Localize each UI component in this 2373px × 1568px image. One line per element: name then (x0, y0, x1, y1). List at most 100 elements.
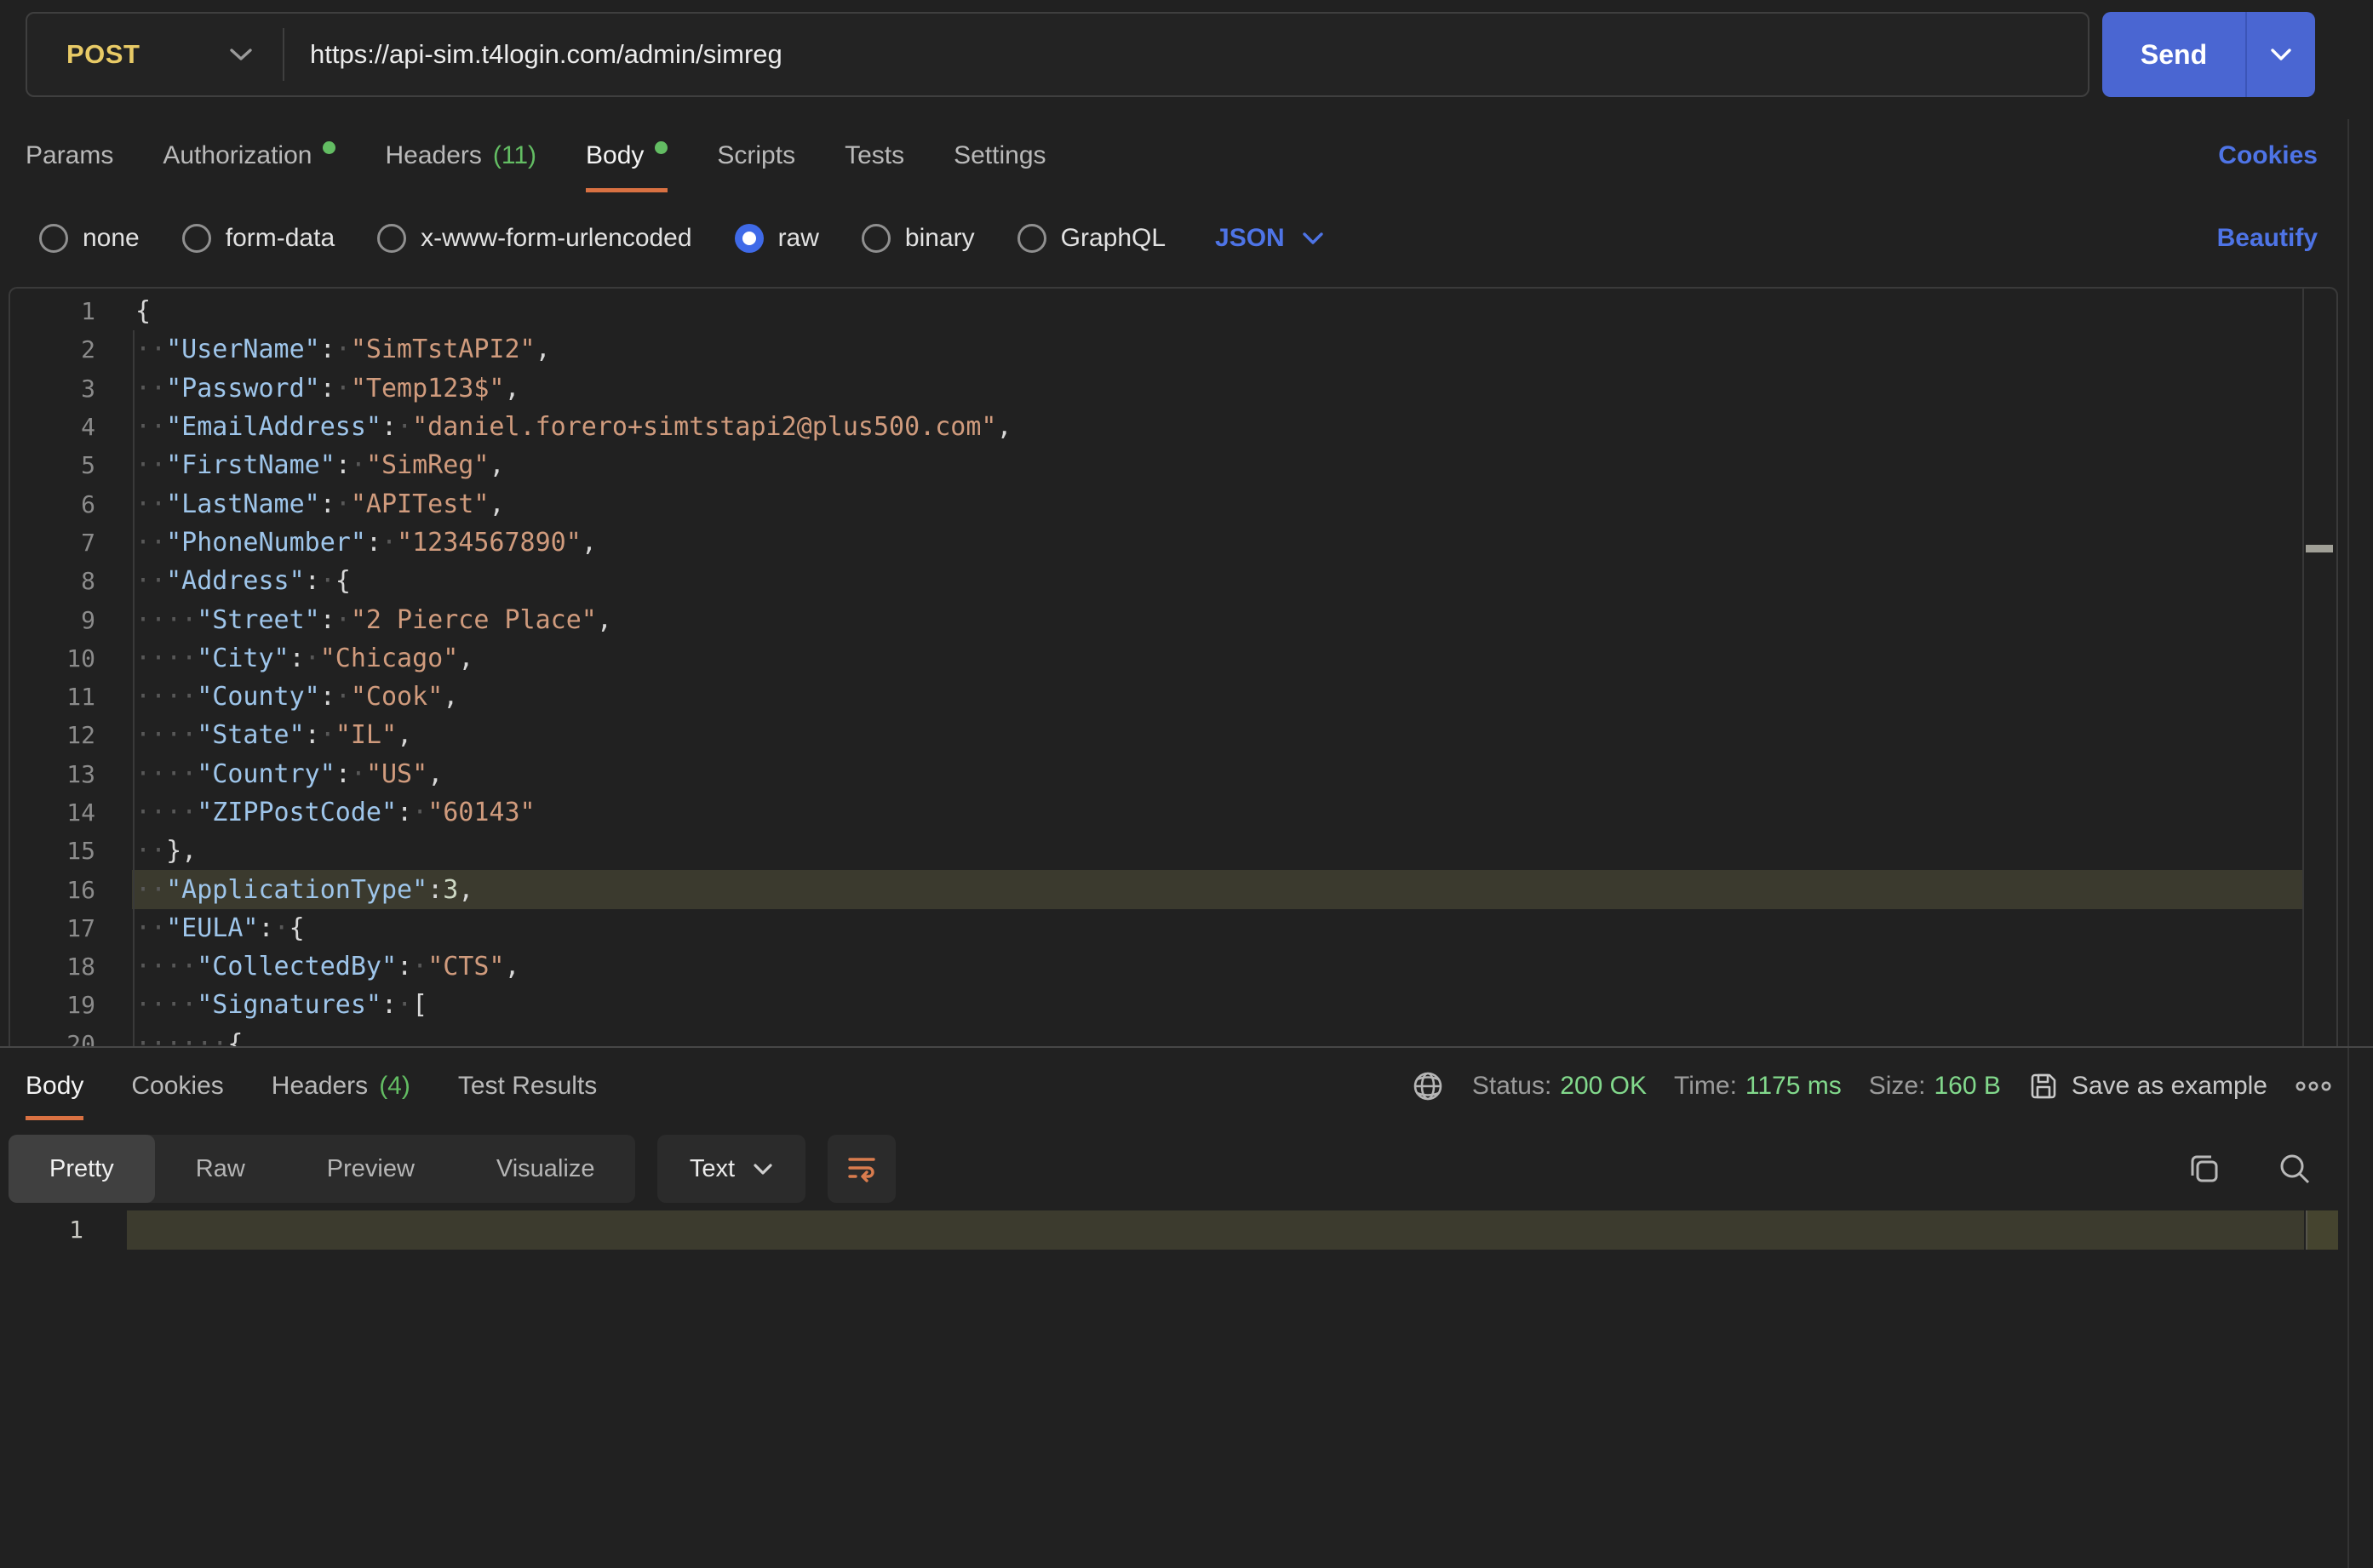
line-number: 14 (10, 798, 95, 827)
code-line-5[interactable]: 5··"FirstName":·"SimReg", (10, 446, 2336, 484)
response-tab-test-results[interactable]: Test Results (458, 1052, 597, 1120)
view-visualize[interactable]: Visualize (456, 1135, 636, 1203)
beautify-link[interactable]: Beautify (2217, 224, 2318, 252)
code-line-7[interactable]: 7··"PhoneNumber":·"1234567890", (10, 524, 2336, 562)
code-line-14[interactable]: 14····"ZIPPostCode":·"60143" (10, 793, 2336, 832)
method-selector[interactable]: POST (27, 14, 283, 95)
code-line-2[interactable]: 2··"UserName":·"SimTstAPI2", (10, 330, 2336, 369)
wrap-text-icon (845, 1152, 879, 1186)
radio-form-data[interactable]: form-data (182, 224, 335, 253)
line-number: 4 (10, 413, 95, 441)
response-tab-cookies[interactable]: Cookies (131, 1052, 223, 1120)
radio-none[interactable]: none (39, 224, 140, 253)
size-label: Size: (1869, 1072, 1926, 1101)
tab-headers[interactable]: Headers (11) (385, 119, 536, 192)
search-icon[interactable] (2276, 1150, 2313, 1187)
code-line-content: ··"FirstName":·"SimReg", (132, 446, 2302, 484)
tab-settings[interactable]: Settings (954, 119, 1046, 192)
code-line-8[interactable]: 8··"Address":·{ (10, 562, 2336, 600)
response-current-line[interactable] (127, 1210, 2304, 1250)
more-options-icon[interactable] (2295, 1080, 2332, 1092)
code-line-content: ····"City":·"Chicago", (132, 639, 2302, 678)
tab-scripts[interactable]: Scripts (717, 119, 795, 192)
radio-binary[interactable]: binary (862, 224, 975, 253)
save-as-example-button[interactable]: Save as example (2028, 1071, 2267, 1102)
code-line-15[interactable]: 15··}, (10, 832, 2336, 870)
line-number: 12 (10, 721, 95, 749)
cookies-link[interactable]: Cookies (2218, 141, 2318, 170)
response-tab-headers[interactable]: Headers (4) (272, 1052, 410, 1120)
code-line-9[interactable]: 9····"Street":·"2 Pierce Place", (10, 600, 2336, 638)
tab-params[interactable]: Params (26, 119, 113, 192)
view-preview[interactable]: Preview (286, 1135, 456, 1203)
size-stat[interactable]: Size: 160 B (1869, 1072, 2001, 1101)
pane-scroll-gutter (2347, 119, 2349, 1568)
code-line-11[interactable]: 11····"County":·"Cook", (10, 678, 2336, 716)
green-dot-badge (655, 141, 668, 154)
tab-authorization[interactable]: Authorization (163, 119, 335, 192)
code-line-3[interactable]: 3··"Password":·"Temp123$", (10, 369, 2336, 408)
tab-label: Params (26, 141, 113, 170)
line-number: 20 (10, 1030, 95, 1046)
line-number: 2 (10, 335, 95, 363)
pane-splitter[interactable] (0, 1046, 2373, 1048)
copy-icon[interactable] (2186, 1150, 2223, 1187)
tab-label: Cookies (131, 1072, 223, 1101)
code-line-content: { (132, 292, 2302, 330)
code-line-19[interactable]: 19····"Signatures":·[ (10, 986, 2336, 1024)
code-line-content: ··"EULA":·{ (132, 909, 2302, 947)
send-button[interactable]: Send (2102, 12, 2245, 97)
status-stat[interactable]: Status: 200 OK (1472, 1072, 1647, 1101)
line-number: 6 (10, 490, 95, 518)
code-line-content: ··"ApplicationType":3, (132, 870, 2302, 908)
headers-count-badge: (4) (379, 1072, 410, 1101)
request-tabs: Params Authorization Headers (11) Body S… (26, 119, 2318, 192)
view-raw[interactable]: Raw (155, 1135, 286, 1203)
response-tab-body[interactable]: Body (26, 1052, 83, 1120)
globe-icon[interactable] (1411, 1069, 1445, 1103)
code-line-6[interactable]: 6··"LastName":·"APITest", (10, 484, 2336, 523)
tab-body[interactable]: Body (586, 119, 668, 192)
response-format-select[interactable]: Text (657, 1135, 805, 1203)
request-body-editor[interactable]: 1{2··"UserName":·"SimTstAPI2",3··"Passwo… (9, 287, 2338, 1046)
tab-tests[interactable]: Tests (845, 119, 904, 192)
time-label: Time: (1674, 1072, 1737, 1101)
response-header: Body Cookies Headers (4) Test Results St… (26, 1052, 2332, 1120)
line-number: 19 (10, 991, 95, 1019)
editor-scrollbar (2302, 289, 2336, 1046)
tab-label: Body (586, 141, 644, 170)
code-line-12[interactable]: 12····"State":·"IL", (10, 716, 2336, 754)
radio-circle (1017, 224, 1046, 253)
radio-graphql[interactable]: GraphQL (1017, 224, 1166, 253)
radio-label: binary (905, 224, 975, 253)
code-line-20[interactable]: 20······{ (10, 1025, 2336, 1046)
chevron-down-icon (2269, 47, 2293, 62)
send-options-button[interactable] (2247, 12, 2315, 97)
radio-label: none (83, 224, 140, 253)
response-status-cluster: Status: 200 OK Time: 1175 ms Size: 160 B (1411, 1052, 2332, 1120)
language-select[interactable]: JSON (1215, 224, 1325, 253)
line-number: 11 (10, 683, 95, 711)
tab-label: Tests (845, 141, 904, 170)
wrap-text-button[interactable] (828, 1135, 896, 1203)
code-line-13[interactable]: 13····"Country":·"US", (10, 755, 2336, 793)
code-line-17[interactable]: 17··"EULA":·{ (10, 909, 2336, 947)
code-line-10[interactable]: 10····"City":·"Chicago", (10, 639, 2336, 678)
radio-x-www-form-urlencoded[interactable]: x-www-form-urlencoded (377, 224, 691, 253)
code-line-content: ····"CollectedBy":·"CTS", (132, 947, 2302, 986)
code-line-content: ··"EmailAddress":·"daniel.forero+simtsta… (132, 408, 2302, 446)
code-line-4[interactable]: 4 ··"EmailAddress":·"daniel.forero+simtst… (10, 408, 2336, 446)
green-dot-badge (323, 141, 335, 154)
code-line-1[interactable]: 1{ (10, 292, 2336, 330)
view-pretty[interactable]: Pretty (9, 1135, 155, 1203)
scrollbar-thumb[interactable] (2306, 545, 2333, 552)
time-stat[interactable]: Time: 1175 ms (1674, 1072, 1842, 1101)
code-line-16[interactable]: 16··"ApplicationType":3, (10, 870, 2336, 908)
response-view-switcher: Pretty Raw Preview Visualize (9, 1135, 635, 1203)
code-line-18[interactable]: 18····"CollectedBy":·"CTS", (10, 947, 2336, 986)
code-line-content: ··"Address":·{ (132, 562, 2302, 600)
tab-label: Settings (954, 141, 1046, 170)
request-url-bar: POST https://api-sim.t4login.com/admin/s… (26, 12, 2089, 97)
url-input[interactable]: https://api-sim.t4login.com/admin/simreg (284, 39, 782, 70)
radio-raw[interactable]: raw (735, 224, 819, 253)
